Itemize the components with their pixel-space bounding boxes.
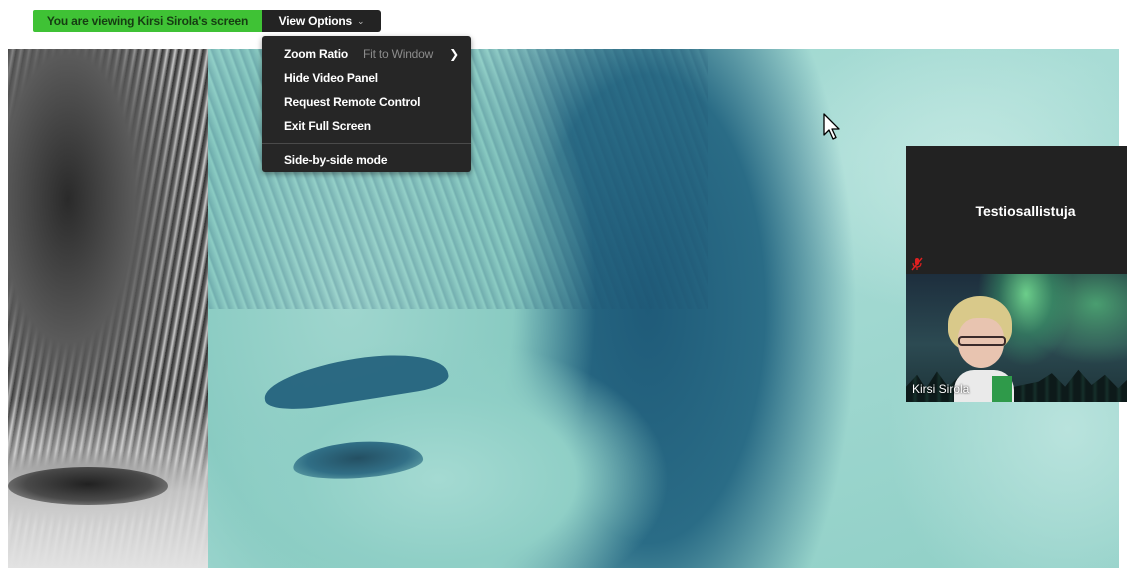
view-options-label: View Options — [278, 14, 353, 28]
mic-muted-icon — [911, 257, 923, 271]
menu-item-side-by-side-mode[interactable]: Side-by-side mode — [262, 148, 471, 172]
view-options-button[interactable]: View Options ⌄ — [262, 10, 381, 32]
video-panel[interactable]: Testiosallistuja Kirsi Sirola — [906, 146, 1127, 402]
menu-item-request-remote-control[interactable]: Request Remote Control — [262, 90, 471, 114]
viewing-screen-text: You are viewing Kirsi Sirola's screen — [46, 14, 249, 28]
menu-item-hide-video-panel[interactable]: Hide Video Panel — [262, 66, 471, 90]
mouse-pointer-icon — [823, 113, 840, 140]
participant-name: Testiosallistuja — [975, 203, 1076, 219]
viewing-screen-banner: You are viewing Kirsi Sirola's screen — [33, 10, 262, 32]
participant-video-tile[interactable]: Testiosallistuja — [906, 146, 1127, 274]
self-video-name: Kirsi Sirola — [912, 382, 970, 396]
menu-item-label: Exit Full Screen — [284, 119, 371, 133]
view-options-menu: Zoom Ratio Fit to Window ❯ Hide Video Pa… — [262, 36, 471, 172]
menu-item-exit-full-screen[interactable]: Exit Full Screen — [262, 114, 471, 138]
menu-item-label: Side-by-side mode — [284, 153, 388, 167]
menu-item-label: Hide Video Panel — [284, 71, 378, 85]
chevron-right-icon: ❯ — [449, 47, 459, 61]
photo-eye-grayscale — [8, 467, 168, 505]
menu-item-zoom-ratio[interactable]: Zoom Ratio Fit to Window ❯ — [262, 42, 471, 66]
menu-item-label: Request Remote Control — [284, 95, 421, 109]
zoom-ratio-value: Fit to Window — [363, 47, 434, 61]
menu-divider — [262, 143, 471, 144]
person-glasses — [958, 336, 1006, 346]
menu-item-label: Zoom Ratio — [284, 47, 348, 61]
chevron-down-icon: ⌄ — [357, 15, 365, 26]
